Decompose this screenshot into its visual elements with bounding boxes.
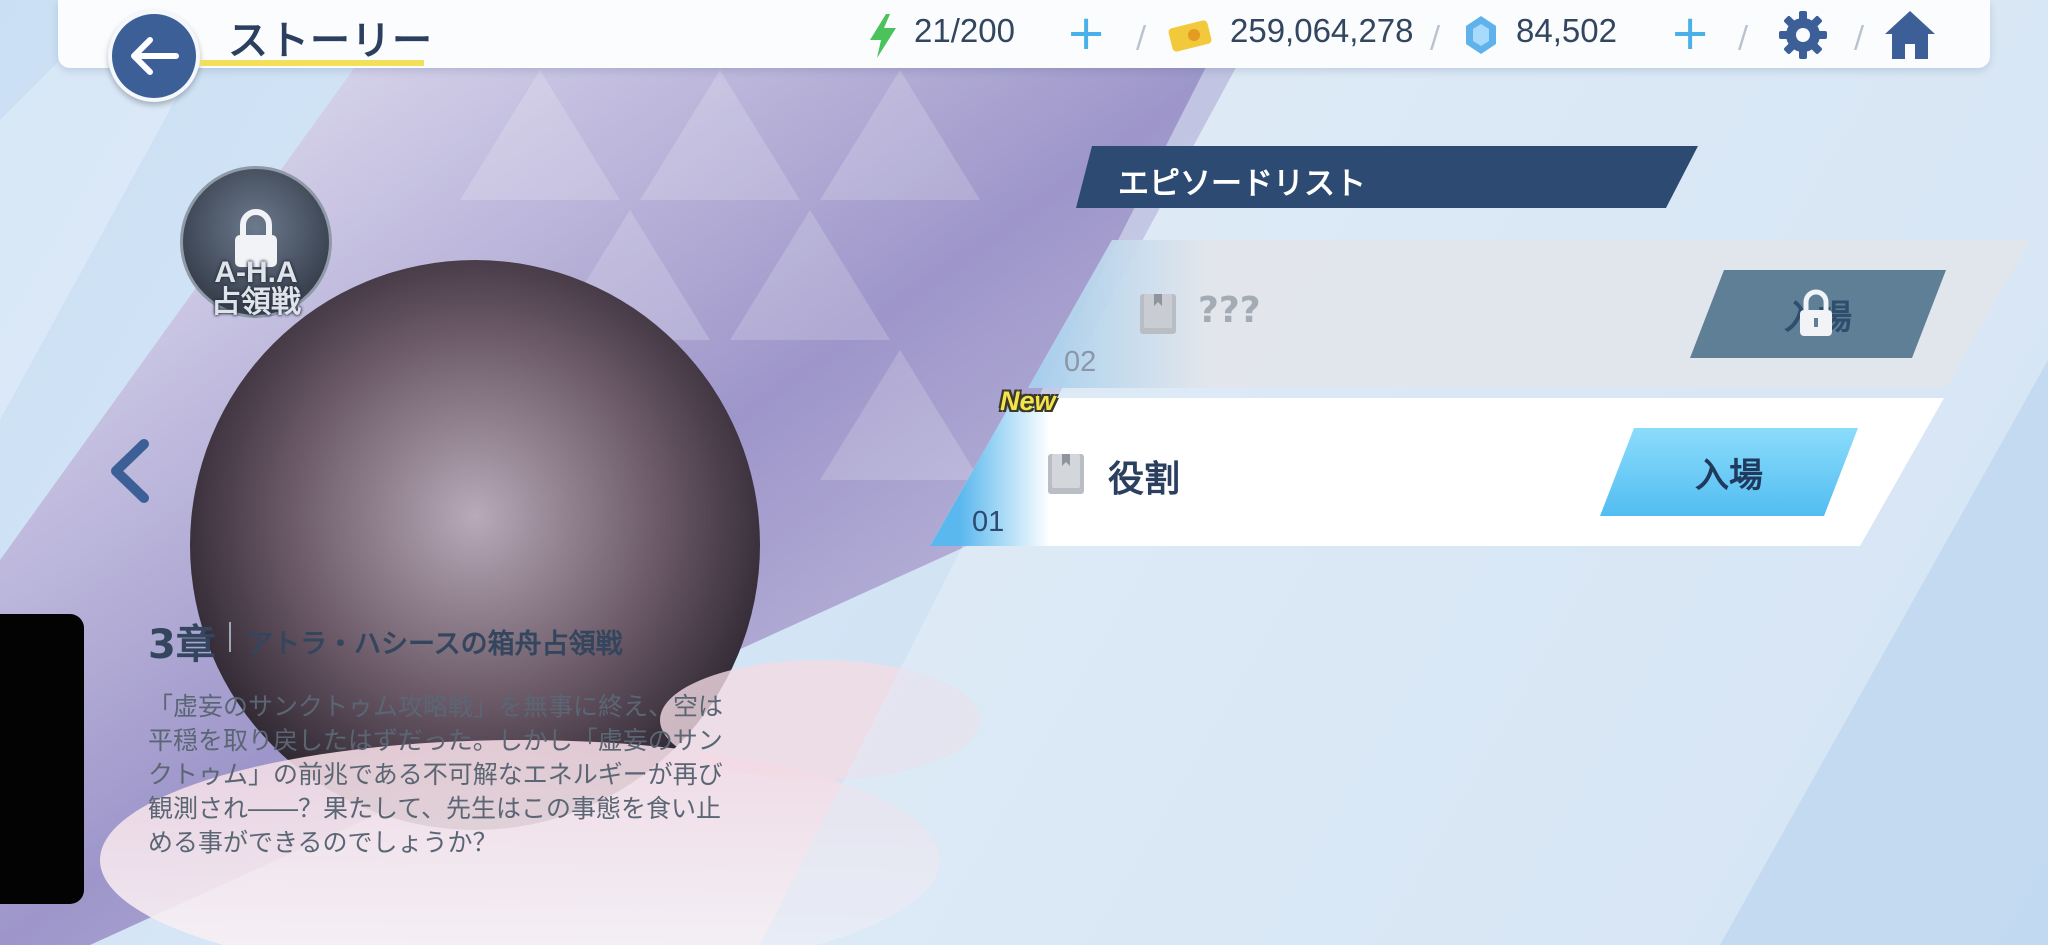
chapter-number: 3章 <box>148 622 216 668</box>
episode-name: ??? <box>1198 290 1261 331</box>
arrow-left-icon <box>131 37 179 75</box>
separator: / <box>1854 20 1865 55</box>
episode-name: 役割 <box>1108 459 1181 500</box>
credit-card-icon <box>1168 20 1212 52</box>
home-button[interactable] <box>1882 8 1936 62</box>
lightning-icon <box>870 14 896 58</box>
home-icon <box>1885 11 1935 59</box>
lock-icon <box>1800 289 1832 336</box>
page-title: ストーリー <box>228 18 433 64</box>
episode-number: 01 <box>972 506 1005 538</box>
chapter-title: アトラ・ハシースの箱舟占領戦 <box>246 629 623 660</box>
add-gems-button[interactable]: + <box>1670 9 1710 57</box>
book-icon <box>1048 454 1084 494</box>
episode-list-title: エピソードリスト <box>1118 166 1366 202</box>
enter-button[interactable]: 入場 <box>1600 428 1858 516</box>
gear-icon <box>1779 11 1827 59</box>
add-ap-button[interactable]: + <box>1066 9 1106 57</box>
ap-counter: 21/200 <box>914 12 1015 49</box>
emblem-label: A-H.A 占領戦 <box>180 258 332 318</box>
separator: / <box>1136 20 1147 55</box>
gem-icon <box>1466 16 1496 54</box>
back-button[interactable] <box>108 10 200 102</box>
emblem-label-line1: A-H.A <box>214 256 298 289</box>
separator: / <box>1738 20 1749 55</box>
episode-number: 02 <box>1064 346 1097 378</box>
book-icon <box>1140 294 1176 334</box>
chapter-description: 「虚妄のサンクトゥム攻略戦」を無事に終え、空は平穏を取り戻したはずだった。しかし… <box>148 692 724 857</box>
chevron-left-icon <box>111 439 149 503</box>
gems-counter: 84,502 <box>1516 12 1617 49</box>
title-underline <box>200 60 424 66</box>
settings-button[interactable] <box>1776 8 1830 62</box>
new-badge: New <box>1000 386 1056 416</box>
emblem-label-line2: 占領戦 <box>211 286 301 319</box>
side-overlay-panel <box>0 614 84 904</box>
row-accent <box>1028 240 1208 388</box>
divider <box>229 622 231 652</box>
credits-counter: 259,064,278 <box>1230 12 1414 49</box>
separator: / <box>1430 20 1441 55</box>
previous-chapter-button[interactable] <box>104 438 154 504</box>
